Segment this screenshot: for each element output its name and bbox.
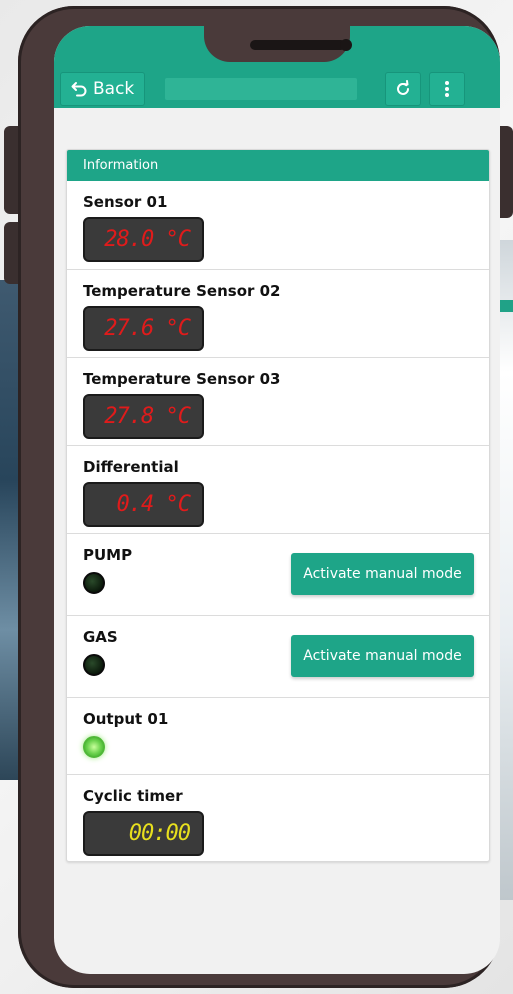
speaker-grille (250, 40, 346, 50)
phone-frame: Back Information Sensor 01 28.0 °C Tempe… (18, 6, 500, 988)
refresh-button[interactable] (385, 72, 422, 106)
temperature-display: 27.6 °C (83, 306, 204, 351)
page-title-placeholder (165, 78, 358, 100)
sensor-label: Differential (83, 458, 179, 476)
timer-row: Cyclic timer 00:00 (67, 775, 489, 861)
output-row-pump: PUMP Activate manual mode (67, 534, 489, 616)
sensor-label: Temperature Sensor 02 (83, 282, 281, 300)
output-row-gas: GAS Activate manual mode (67, 616, 489, 698)
timer-display: 00:00 (83, 811, 204, 856)
sensor-row: Temperature Sensor 02 27.6 °C (67, 270, 489, 358)
temperature-display: 28.0 °C (83, 217, 204, 262)
status-led-off (83, 572, 105, 594)
panel-title: Information (67, 150, 489, 181)
phone-screen: Back Information Sensor 01 28.0 °C Tempe… (54, 26, 500, 974)
activate-manual-mode-button[interactable]: Activate manual mode (291, 553, 474, 595)
more-vertical-icon (445, 81, 450, 97)
status-led-off (83, 654, 105, 676)
more-menu-button[interactable] (429, 72, 466, 106)
app-bar: Back (54, 70, 500, 108)
sensor-row: Sensor 01 28.0 °C (67, 181, 489, 270)
sensor-row: Temperature Sensor 03 27.8 °C (67, 358, 489, 446)
refresh-icon (397, 80, 410, 95)
sensor-label: Temperature Sensor 03 (83, 370, 281, 388)
temperature-display: 0.4 °C (83, 482, 204, 527)
back-button[interactable]: Back (60, 72, 146, 106)
timer-label: Cyclic timer (83, 787, 183, 805)
status-led-on (83, 736, 105, 758)
output-row-output01: Output 01 (67, 698, 489, 775)
front-camera (340, 39, 352, 51)
temperature-display: 27.8 °C (83, 394, 204, 439)
activate-manual-mode-button[interactable]: Activate manual mode (291, 635, 474, 677)
back-arrow-icon (71, 82, 87, 97)
information-panel: Information Sensor 01 28.0 °C Temperatur… (66, 149, 490, 862)
output-label: Output 01 (83, 710, 169, 728)
back-button-label: Back (93, 79, 135, 99)
sensor-label: Sensor 01 (83, 193, 168, 211)
sensor-row: Differential 0.4 °C (67, 446, 489, 534)
